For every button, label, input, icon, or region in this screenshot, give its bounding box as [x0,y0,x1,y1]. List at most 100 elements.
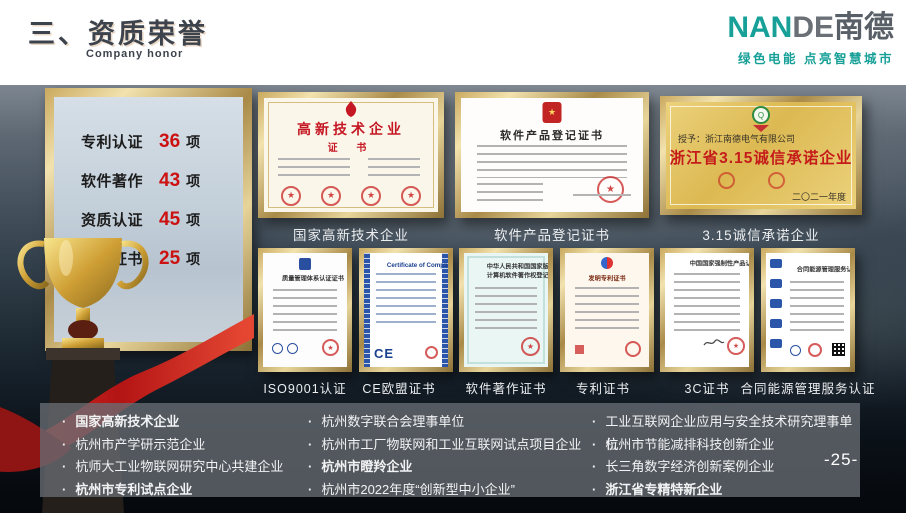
honor-list-item: · 长三角数字经济创新案例企业 [592,456,860,479]
stat-label: 软件著作 [81,170,159,191]
honor-list-item: · 杭州市专利试点企业 [62,479,283,502]
red-seal-stamp: ★ [361,186,381,206]
bullet-icon: · [592,456,596,479]
signature-scribble [703,337,725,349]
honor-list-item: · 杭州市瞪羚企业 [308,456,581,479]
ce-mark: CE [374,346,394,361]
stat-value: 45 [159,209,180,231]
certificate-title: 高新技术企业 [264,119,438,139]
cnas-emblem-icon [299,258,311,270]
red-seal-stamp [718,172,735,189]
stat-row-qualifications: 资质认证 45 项 [81,209,243,231]
logo-wordmark: NANDE南德 [727,12,894,44]
certificate-title-line2: 计算机软件著作权登记证书 [464,269,548,287]
certificate-software-copyright: 中华人民共和国国家版权局 计算机软件著作权登记证书 ★ [459,248,553,372]
certificate-3c: 中国国家强制性产品认证证书 ★ [660,248,754,372]
certificate-ce: Certificate of Compliance CE [359,248,453,372]
page-number: -25- [824,450,858,470]
certificate-high-tech-enterprise: 高新技术企业 证 书 ★★★★ [258,92,444,218]
bullet-icon: · [308,479,312,502]
stat-row-patents: 专利认证 36 项 [81,131,243,153]
honors-list-panel: ·国家高新技术企业 ·杭州市产学研示范企业 ·杭师大工业物联网研究中心共建企业 … [40,403,860,497]
caption-iso9001: ISO9001认证 [258,378,352,397]
caption-energy-management: 合同能源管理服务认证 [724,378,892,397]
honor-text: 杭州数字联合会理事单位 [321,411,464,434]
honor-text: 长三角数字经济创新案例企业 [605,456,774,479]
red-ribbon-icon [753,125,769,132]
page-title: 三、资质荣誉 [28,12,208,51]
logo-tagline: 绿色电能 点亮智慧城市 [727,48,894,67]
certificate-text-lines [477,183,543,203]
honor-text: 国家高新技术企业 [75,411,179,434]
certificate-text-lines [278,158,350,182]
honor-list-item: ·杭师大工业物联网研究中心共建企业 [62,456,283,479]
certificate-iso9001: 质量管理体系认证证书 ★ [258,248,352,372]
blue-mark-icon [790,345,801,356]
red-seal-stamp [808,343,822,357]
honor-text: 杭州市瞪羚企业 [321,456,412,479]
honor-list-item: · 浙江省专精特新企业 [592,479,860,502]
bullet-icon: · [62,479,66,502]
certificate-subtitle: 证 书 [264,139,438,154]
honor-text: 杭州市2022年度“创新型中小企业” [321,479,515,502]
caption-315-integrity: 3.15诚信承诺企业 [660,224,862,244]
red-seal-stamps: ★★★★ [264,185,438,206]
red-seal-stamp [768,172,785,189]
honor-text: 杭州市工厂物联网和工业互联网试点项目企业 [321,434,581,457]
red-seal-stamp [625,341,641,357]
honors-column-2: ·杭州数字联合会理事单位 ·杭州市工厂物联网和工业互联网试点项目企业 ·杭州市瞪… [308,411,581,501]
green-association-logo: Q [752,106,770,124]
red-seal-stamp: ★ [321,186,341,206]
patent-office-logo [601,257,613,269]
honor-list-item: ·工业互联网企业应用与安全技术研究理事单位 [592,411,860,434]
certificate-text-lines [674,273,740,333]
bullet-icon: · [308,434,312,457]
plaque-year: 二〇二一年度 [792,190,846,203]
certificate-text-lines [575,287,639,335]
honors-column-3: ·工业互联网企业应用与安全技术研究理事单位 · 杭州市节能减排科技创新企业 · 长三… [592,411,860,501]
certificate-title: 合同能源管理服务认证证书 [774,263,850,281]
trophy-handle-left [20,244,47,287]
honor-list-item: · 杭州市2022年度“创新型中小企业” [308,479,581,502]
bullet-icon: · [592,479,596,502]
stat-unit: 项 [186,132,200,152]
certificate-text-lines [376,273,436,327]
certificate-text-lines [273,289,337,331]
honors-column-1: ·国家高新技术企业 ·杭州市产学研示范企业 ·杭师大工业物联网研究中心共建企业 … [62,411,283,501]
stat-label: 专利认证 [81,131,159,152]
cec-badge [770,299,782,308]
bullet-icon: · [308,456,312,479]
certificate-software-product-registration: ★ 软件产品登记证书 ★ [455,92,649,218]
certificate-title: 软件产品登记证书 [461,127,643,143]
company-logo: NANDE南德 绿色电能 点亮智慧城市 [727,12,894,67]
honor-list-item: ·杭州数字联合会理事单位 [308,411,581,434]
logo-text-nan: NAN [727,11,792,44]
certificate-text-lines [477,145,627,178]
page-subtitle: Company honor [86,48,183,60]
honor-text: 浙江省专精特新企业 [605,479,722,502]
stat-value: 43 [159,170,180,192]
honor-text: 杭州市产学研示范企业 [75,434,205,457]
trophy-cup-bowl [44,238,122,308]
caption-national-high-tech: 国家高新技术企业 [258,224,444,244]
honor-text: 杭州市节能减排科技创新企业 [605,434,774,457]
certificate-text-lines [368,158,420,182]
plaque-title: 浙江省3.15诚信承诺企业 [666,146,856,168]
red-star-seal-stamp: ★ [521,337,540,356]
stat-value: 36 [159,131,180,153]
bullet-icon: · [62,434,66,457]
bullet-icon: · [62,456,66,479]
honor-list-item: · 杭州市工厂物联网和工业互联网试点项目企业 [308,434,581,457]
qr-code [832,343,845,356]
caption-software-product: 软件产品登记证书 [455,224,649,244]
trophy-pedestal-top [46,348,120,360]
logo-text-cn: 南德 [834,11,894,44]
certificate-title: 质量管理体系认证证书 [263,272,347,290]
certificate-energy-management: 合同能源管理服务认证证书 [761,248,855,372]
trophy-handle-right [119,244,146,287]
honor-list-item: · 杭州市产学研示范企业 [62,434,283,457]
caption-ce: CE欧盟证书 [352,378,446,397]
honor-text: 杭州市专利试点企业 [75,479,192,502]
certificate-date-lines [573,194,631,202]
bullet-icon: · [592,434,596,457]
